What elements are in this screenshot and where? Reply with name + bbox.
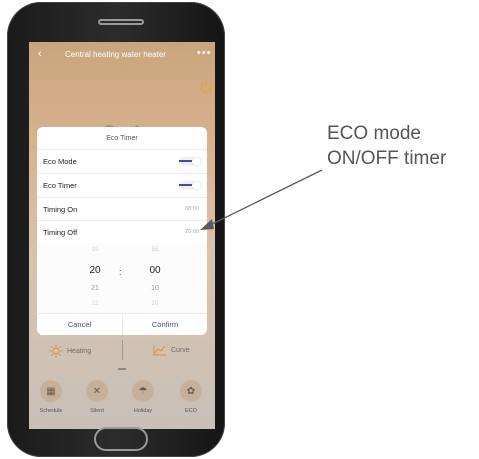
callout-label: ECO mode ON/OFF timer	[327, 121, 477, 171]
stage: ‹ Central heating water heater ••• 24	[0, 0, 479, 459]
callout-line-1: ECO mode	[327, 123, 421, 144]
callout-arrow	[200, 169, 323, 230]
callout-line-2: ON/OFF timer	[327, 148, 447, 169]
